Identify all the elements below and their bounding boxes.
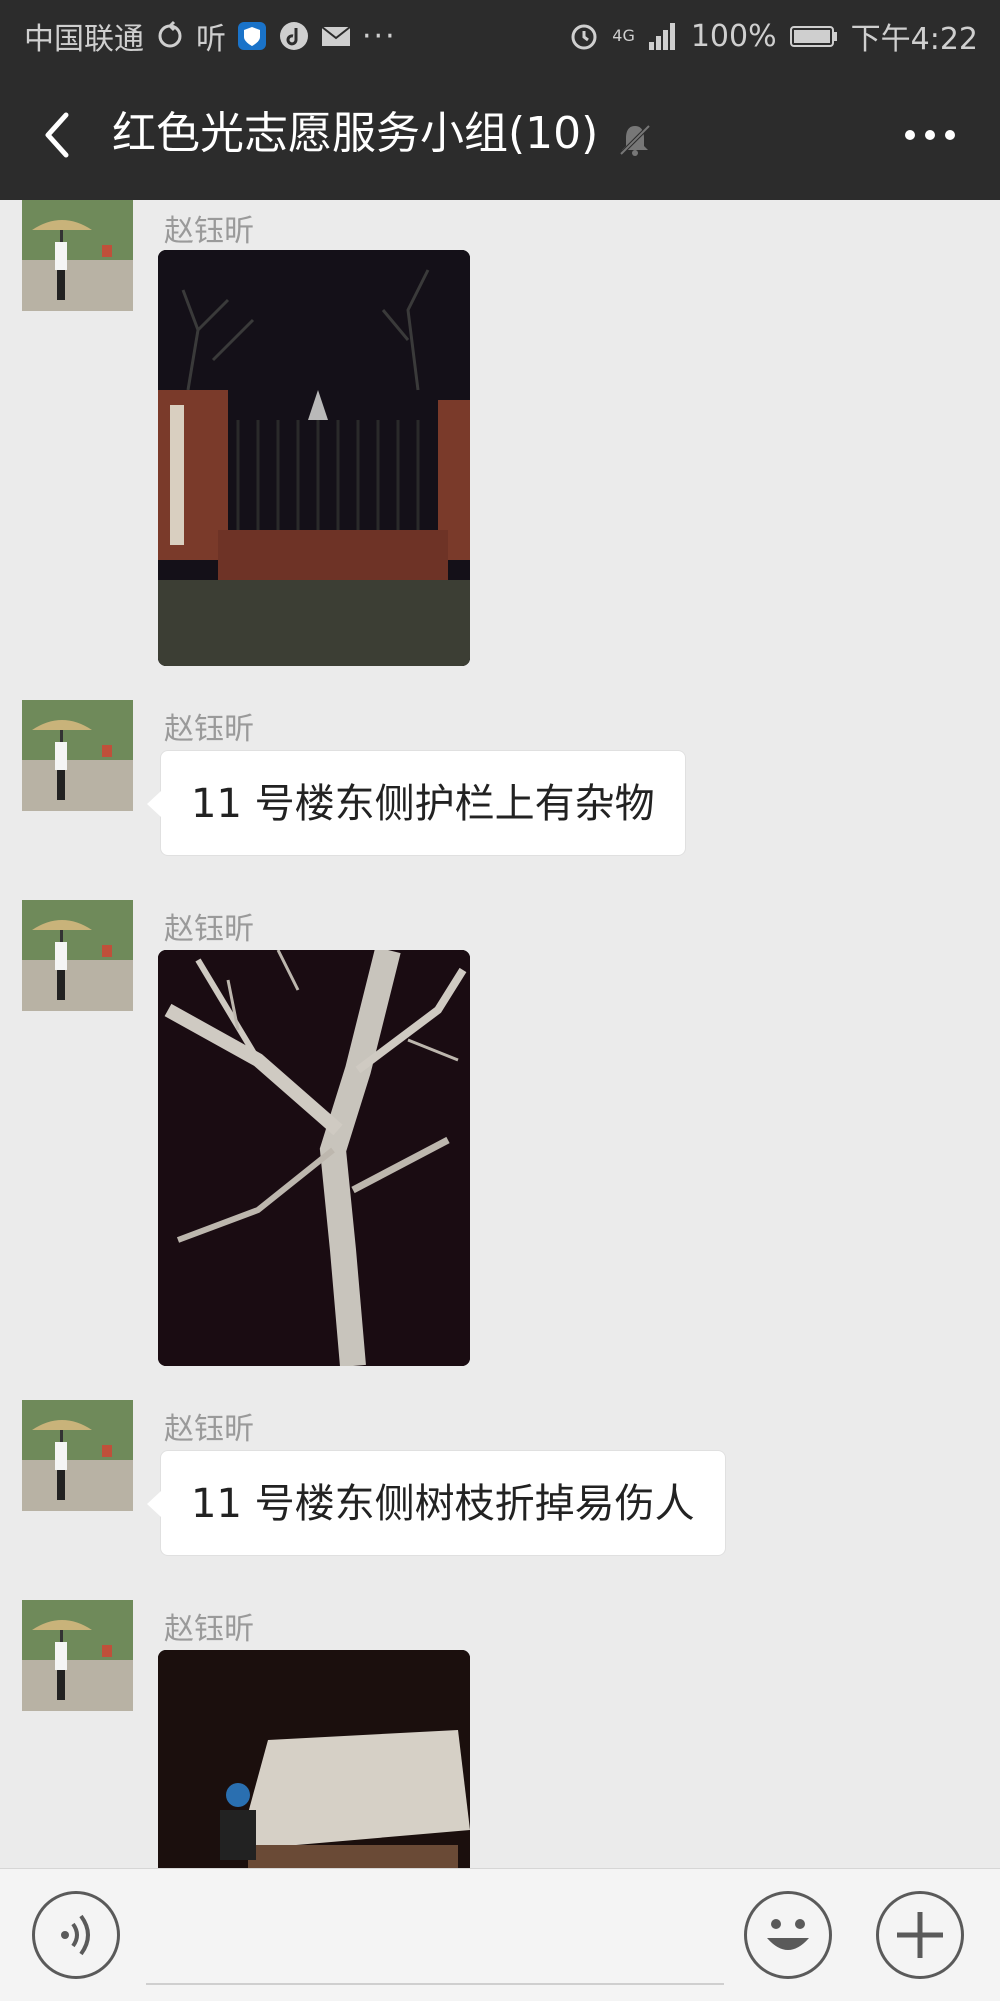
night-tree-photo xyxy=(158,950,470,1366)
chat-header: 红色光志愿服务小组(10) xyxy=(0,70,1000,200)
back-icon xyxy=(45,112,69,158)
signal-icon xyxy=(647,20,679,52)
avatar[interactable] xyxy=(22,1600,133,1711)
avatar[interactable] xyxy=(22,700,133,811)
status-left: 中国联通 听 ··· xyxy=(24,14,397,58)
clock: 下午4:22 xyxy=(850,22,978,57)
music-note-icon xyxy=(278,20,310,52)
sender-name: 赵钰昕 xyxy=(164,1612,254,1647)
more-functions-button[interactable] xyxy=(876,1891,964,1979)
text-message-bubble[interactable]: 11 号楼东侧树枝折掉易伤人 xyxy=(147,1450,726,1556)
group-name: 红色光志愿服务小组(10) xyxy=(112,108,599,159)
image-message[interactable] xyxy=(158,1650,470,1868)
carrier-label: 中国联通 xyxy=(24,22,144,57)
plus-icon xyxy=(897,1912,943,1958)
avatar[interactable] xyxy=(22,200,133,311)
back-button[interactable] xyxy=(30,105,90,165)
more-icon xyxy=(905,130,955,140)
shield-icon xyxy=(236,20,268,52)
text-message-bubble[interactable]: 11 号楼东侧护栏上有杂物 xyxy=(147,750,686,856)
sync-icon xyxy=(154,20,186,52)
status-bar: 中国联通 听 ··· 4G 100% 下午4:22 xyxy=(0,0,1000,70)
mute-bell-icon xyxy=(616,115,654,156)
listen-app-label: 听 xyxy=(196,22,226,57)
night-box-photo xyxy=(158,1650,470,1868)
chat-title: 红色光志愿服务小组(10) xyxy=(112,104,654,164)
avatar[interactable] xyxy=(22,1400,133,1511)
more-notifications-label: ··· xyxy=(362,18,397,54)
battery-percent: 100% xyxy=(690,18,777,54)
sender-name: 赵钰昕 xyxy=(164,1412,254,1447)
status-right: 4G 100% 下午4:22 xyxy=(568,14,978,58)
emoji-button[interactable] xyxy=(744,1891,832,1979)
sender-name: 赵钰昕 xyxy=(164,214,254,249)
night-gate-photo xyxy=(158,250,470,666)
avatar[interactable] xyxy=(22,900,133,1011)
image-message[interactable] xyxy=(158,950,470,1366)
more-options-button[interactable] xyxy=(900,110,960,160)
sender-name: 赵钰昕 xyxy=(164,912,254,947)
voice-button[interactable] xyxy=(32,1891,120,1979)
voice-icon xyxy=(61,1914,90,1956)
emoji-icon xyxy=(767,1919,809,1950)
alarm-icon xyxy=(568,20,600,52)
message-list[interactable]: 赵钰昕 赵钰昕 11 号楼东侧护栏上有杂物 赵钰昕 赵钰昕 11 号楼东侧树枝折… xyxy=(0,200,1000,1868)
sender-name: 赵钰昕 xyxy=(164,712,254,747)
battery-icon xyxy=(789,20,839,52)
mail-icon xyxy=(320,20,352,52)
message-input[interactable] xyxy=(146,1889,724,1985)
image-message[interactable] xyxy=(158,250,470,666)
network-type-label: 4G xyxy=(612,26,635,45)
input-bar xyxy=(0,1868,1000,2001)
